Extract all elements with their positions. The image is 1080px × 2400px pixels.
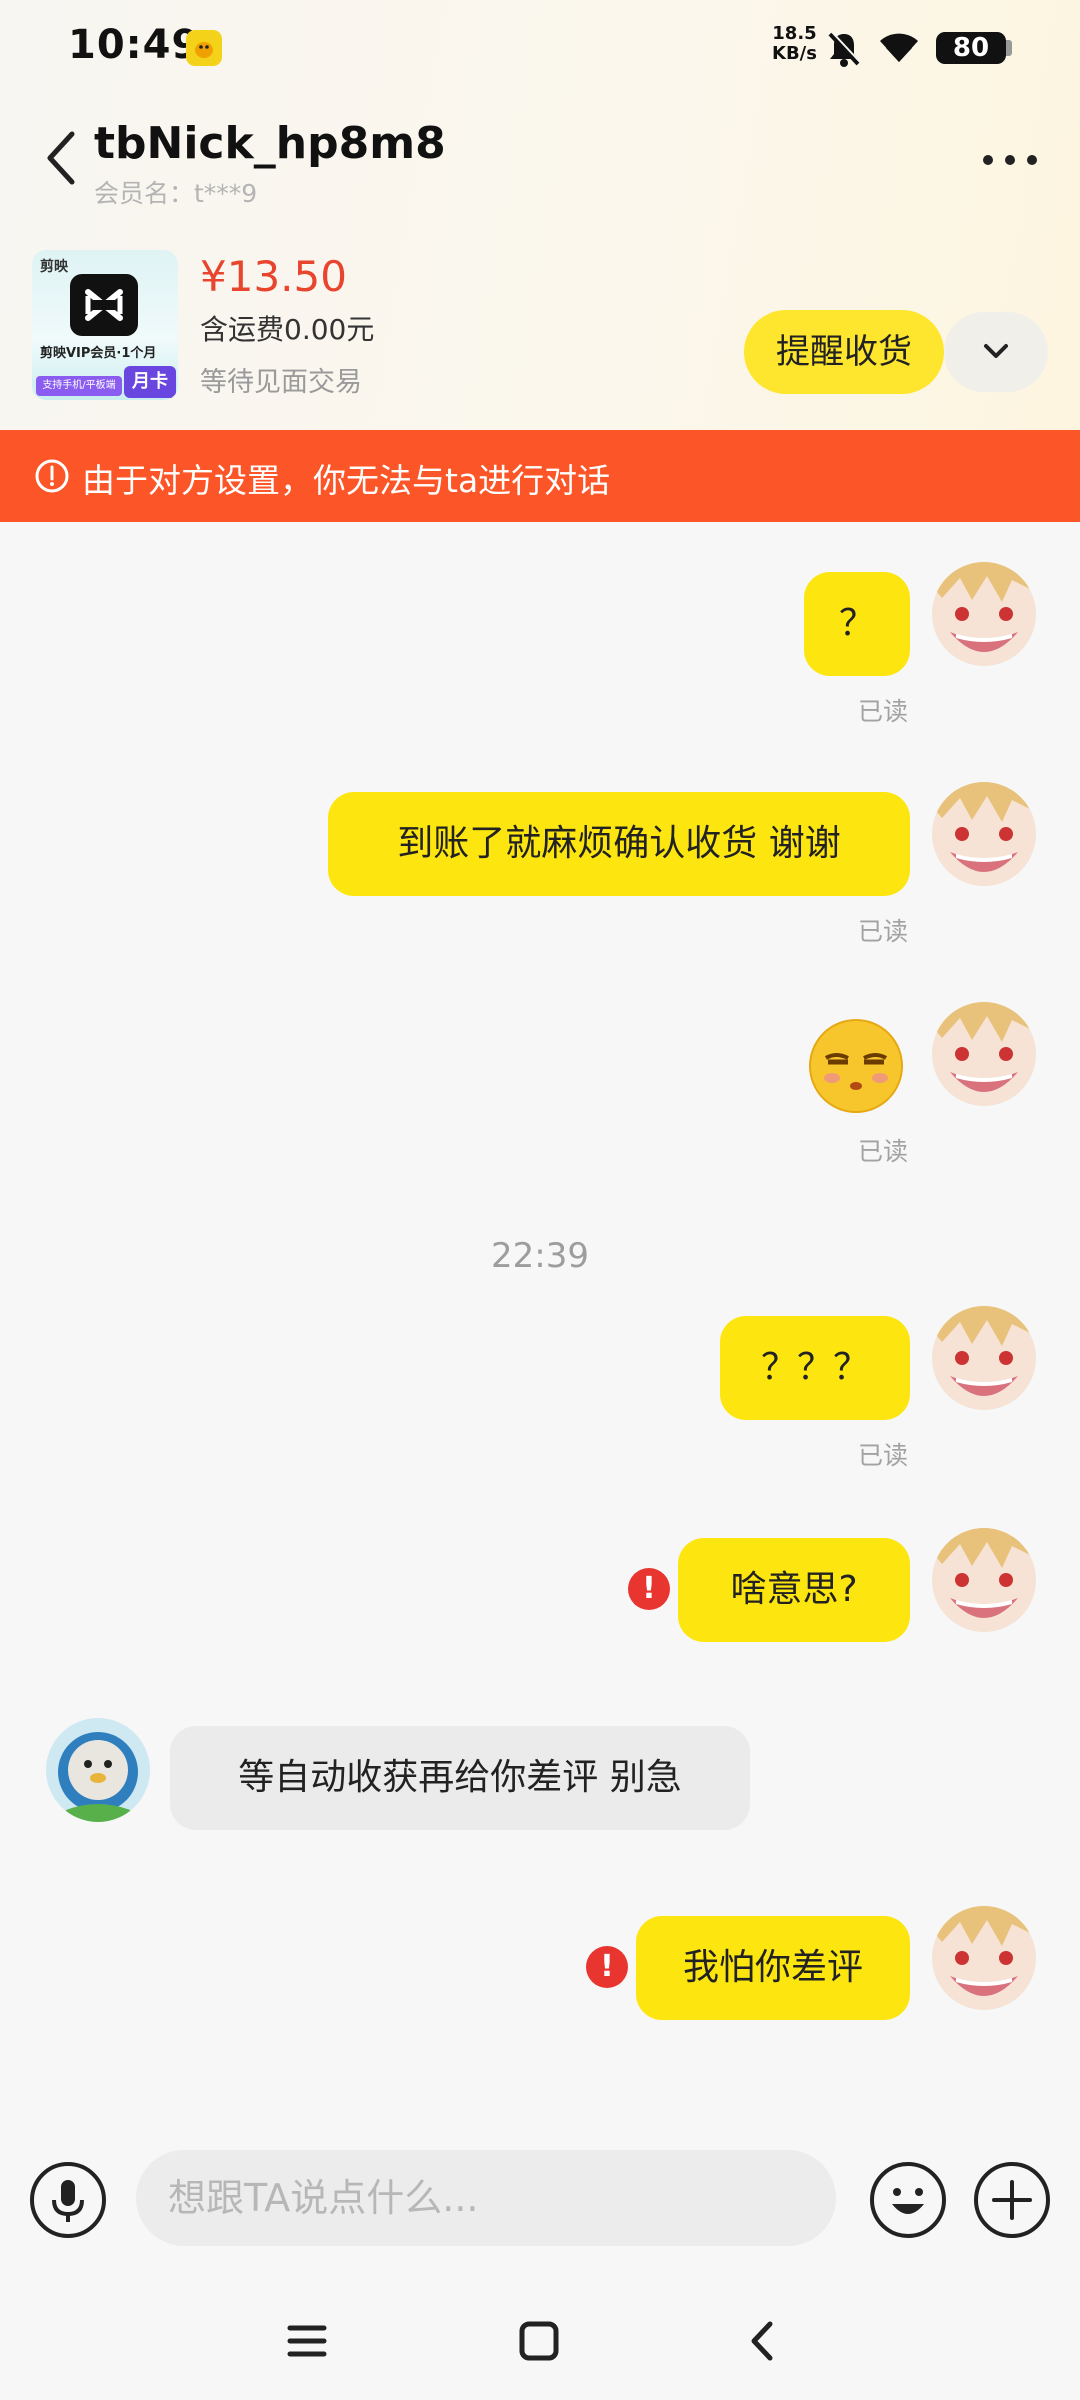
- chat-title: tbNick_hp8m8: [94, 118, 446, 169]
- message-bubble-me[interactable]: ？？？: [720, 1316, 910, 1420]
- my-avatar[interactable]: [932, 562, 1036, 666]
- nav-home-button[interactable]: [514, 2316, 564, 2366]
- plus-icon: [974, 2162, 1050, 2238]
- other-avatar[interactable]: [46, 1718, 150, 1822]
- back-icon: [47, 131, 75, 185]
- expand-order-button[interactable]: [944, 312, 1048, 392]
- nav-back-icon: [751, 2321, 773, 2361]
- my-avatar[interactable]: [932, 1306, 1036, 1410]
- message-bubble-me[interactable]: 啥意思?: [678, 1538, 910, 1642]
- chevron-down-icon: [984, 344, 1008, 358]
- read-receipt: 已读: [858, 1137, 909, 1166]
- thumb-brand: 剪映: [40, 259, 68, 275]
- remind-receipt-button[interactable]: 提醒收货: [744, 310, 944, 394]
- mic-icon: [30, 2162, 106, 2238]
- nav-menu-button[interactable]: [284, 2318, 330, 2364]
- my-avatar[interactable]: [932, 782, 1036, 886]
- back-button[interactable]: [40, 128, 84, 188]
- nav-home-icon: [519, 2321, 559, 2361]
- status-time: 10:49: [68, 22, 201, 68]
- my-avatar[interactable]: [932, 1906, 1036, 2010]
- read-receipt: 已读: [858, 1441, 909, 1470]
- net-speed-unit: KB/s: [772, 43, 817, 64]
- more-icon: [983, 155, 1037, 165]
- more-actions-button[interactable]: [972, 2160, 1052, 2240]
- battery-indicator: 80: [936, 32, 1006, 64]
- notification-app-icon: [186, 30, 222, 66]
- emoji-icon: [870, 2162, 946, 2238]
- message-bubble-me[interactable]: ？: [804, 572, 910, 676]
- message-bubble-other[interactable]: 等自动收获再给你差评 别急: [170, 1726, 750, 1830]
- shipping-fee: 含运费0.00元: [200, 313, 375, 346]
- unamused-face-emoji[interactable]: [808, 1018, 904, 1118]
- thumb-tag: 月卡: [124, 366, 176, 398]
- voice-input-button[interactable]: [28, 2160, 108, 2240]
- network-speed: 18.5 KB/s: [772, 24, 817, 64]
- warning-icon: [34, 458, 70, 498]
- mute-icon: [826, 30, 862, 72]
- thumb-title: 剪映VIP会员·1个月: [40, 346, 157, 361]
- thumb-support: 支持手机/平板端: [36, 376, 122, 396]
- message-bubble-me[interactable]: 我怕你差评: [636, 1916, 910, 2020]
- nav-menu-icon: [287, 2325, 327, 2357]
- send-failed-icon[interactable]: !: [586, 1946, 628, 1988]
- my-avatar[interactable]: [932, 1002, 1036, 1106]
- read-receipt: 已读: [858, 697, 909, 726]
- nav-back-button[interactable]: [742, 2316, 782, 2366]
- more-button[interactable]: [980, 150, 1040, 170]
- banner-text: 由于对方设置，你无法与ta进行对话: [82, 461, 611, 500]
- battery-tip: [1006, 40, 1012, 56]
- message-input[interactable]: [136, 2150, 836, 2246]
- wifi-icon: [878, 30, 920, 68]
- message-timestamp: 22:39: [491, 1236, 589, 1276]
- my-avatar[interactable]: [932, 1528, 1036, 1632]
- product-thumbnail[interactable]: 剪映 剪映VIP会员·1个月 支持手机/平板端 月卡: [32, 250, 178, 400]
- capcut-logo-icon: [70, 274, 138, 336]
- message-bubble-me[interactable]: 到账了就麻烦确认收货 谢谢: [328, 792, 910, 896]
- read-receipt: 已读: [858, 917, 909, 946]
- order-price: ¥13.50: [200, 252, 347, 301]
- member-name: 会员名：t***9: [94, 179, 258, 208]
- emoji-button[interactable]: [868, 2160, 948, 2240]
- send-failed-icon[interactable]: !: [628, 1568, 670, 1610]
- net-speed-value: 18.5: [772, 23, 817, 44]
- order-status: 等待见面交易: [200, 367, 362, 398]
